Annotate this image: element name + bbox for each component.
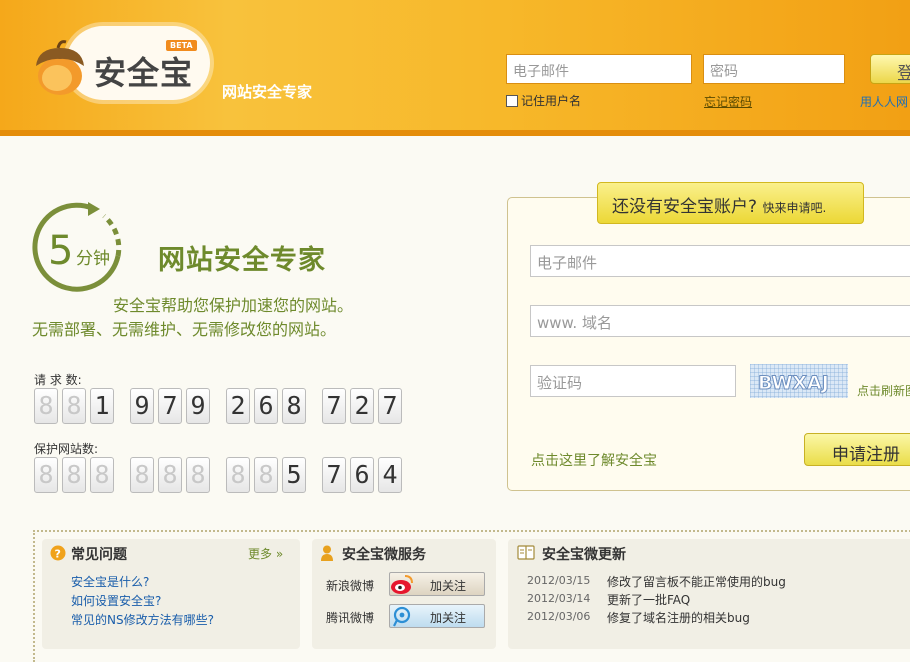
login-password-input[interactable]: 密码: [703, 54, 845, 84]
book-icon: [517, 545, 535, 560]
counter-digit: 7: [322, 457, 346, 493]
counter-digit: 8: [34, 457, 58, 493]
beta-badge: BETA: [166, 40, 197, 51]
renren-login-link[interactable]: 用人人网: [860, 93, 908, 110]
counter-digit: 8: [90, 457, 114, 493]
sites-counter-label: 保护网站数:: [34, 442, 99, 456]
signup-domain-input[interactable]: www. 域名: [530, 305, 910, 337]
signup-tab: 还没有安全宝账户? 快来申请吧.: [597, 182, 864, 224]
signup-email-input[interactable]: 电子邮件: [530, 245, 910, 277]
captcha-text: BWXAJ: [758, 372, 829, 394]
learn-more-link[interactable]: 点击这里了解安全宝: [531, 450, 657, 470]
counter-digit: 6: [350, 457, 374, 493]
counter-digit: 2: [350, 388, 374, 424]
counter-digit: 4: [378, 457, 402, 493]
forgot-password-link[interactable]: 忘记密码: [704, 93, 752, 110]
counter-digit: 8: [226, 457, 250, 493]
counter-digit: 7: [158, 388, 182, 424]
update-date: 2012/03/14: [527, 592, 591, 605]
faq-more-link[interactable]: 更多 »: [248, 545, 283, 562]
captcha-image[interactable]: BWXAJ: [750, 364, 848, 398]
counter-digit: 8: [62, 388, 86, 424]
counter-digit: 8: [254, 457, 278, 493]
update-date: 2012/03/15: [527, 574, 591, 587]
counter-digit: 8: [62, 457, 86, 493]
tencent-weibo-icon: [393, 606, 411, 627]
requests-counter-label: 请 求 数:: [34, 373, 82, 387]
clock-number: 5: [48, 228, 73, 274]
logo-text[interactable]: 安全宝: [94, 48, 193, 94]
clock-unit: 分钟: [76, 249, 110, 269]
tencent-weibo-label: 腾讯微博: [326, 611, 375, 625]
counter-digit: 6: [254, 388, 278, 424]
tencent-follow-label: 加关注: [430, 611, 467, 625]
update-date: 2012/03/06: [527, 610, 591, 623]
counter-digit: 8: [34, 388, 58, 424]
question-icon: ?: [50, 545, 66, 561]
counter-digit: 8: [282, 388, 306, 424]
header-divider: [0, 130, 910, 136]
update-text: 修改了留言板不能正常使用的bug: [607, 575, 786, 589]
person-icon: [321, 545, 333, 561]
update-text: 修复了域名注册的相关bug: [607, 611, 750, 625]
updates-title: 安全宝微更新: [542, 547, 626, 563]
login-button[interactable]: 登: [870, 54, 910, 84]
weibo-title: 安全宝微服务: [342, 547, 426, 563]
faq-item[interactable]: 如何设置安全宝?: [71, 592, 161, 609]
counter-digit: 8: [186, 457, 210, 493]
intro-line-1: 安全宝帮助您保护加速您的网站。: [113, 296, 354, 315]
register-button[interactable]: 申请注册: [804, 433, 910, 466]
counter-digit: 2: [226, 388, 250, 424]
counter-digit: 9: [186, 388, 210, 424]
login-email-input[interactable]: 电子邮件: [506, 54, 692, 84]
signup-tab-title: 还没有安全宝账户?: [612, 197, 758, 217]
acorn-logo-icon: [36, 40, 84, 95]
counter-digit: 7: [378, 388, 402, 424]
counter-digit: 1: [90, 388, 114, 424]
header-slogan: 网站安全专家: [222, 83, 313, 101]
faq-title: 常见问题: [71, 547, 127, 563]
remember-label: 记住用户名: [521, 94, 582, 108]
sina-weibo-icon: [391, 575, 413, 594]
counter-digit: 8: [130, 457, 154, 493]
faq-item[interactable]: 安全宝是什么?: [71, 573, 149, 590]
counter-digit: 7: [322, 388, 346, 424]
captcha-input[interactable]: 验证码: [530, 365, 736, 397]
faq-item[interactable]: 常见的NS修改方法有哪些?: [71, 611, 214, 628]
remember-username[interactable]: 记住用户名: [506, 92, 581, 109]
sina-follow-label: 加关注: [430, 579, 467, 593]
update-text: 更新了一批FAQ: [607, 593, 691, 607]
svg-text:?: ?: [55, 548, 61, 561]
intro-line-2: 无需部署、无需维护、无需修改您的网站。: [32, 320, 337, 339]
intro-title: 网站安全专家: [158, 245, 326, 276]
signup-tab-subtitle: 快来申请吧.: [762, 201, 827, 215]
counter-digit: 9: [130, 388, 154, 424]
counter-digit: 5: [282, 457, 306, 493]
sina-weibo-label: 新浪微博: [326, 579, 375, 593]
counter-digit: 8: [158, 457, 182, 493]
remember-checkbox[interactable]: [506, 95, 518, 107]
five-minute-clock-icon: 5 分钟: [32, 202, 122, 292]
refresh-captcha-link[interactable]: 点击刷新图: [857, 382, 910, 399]
